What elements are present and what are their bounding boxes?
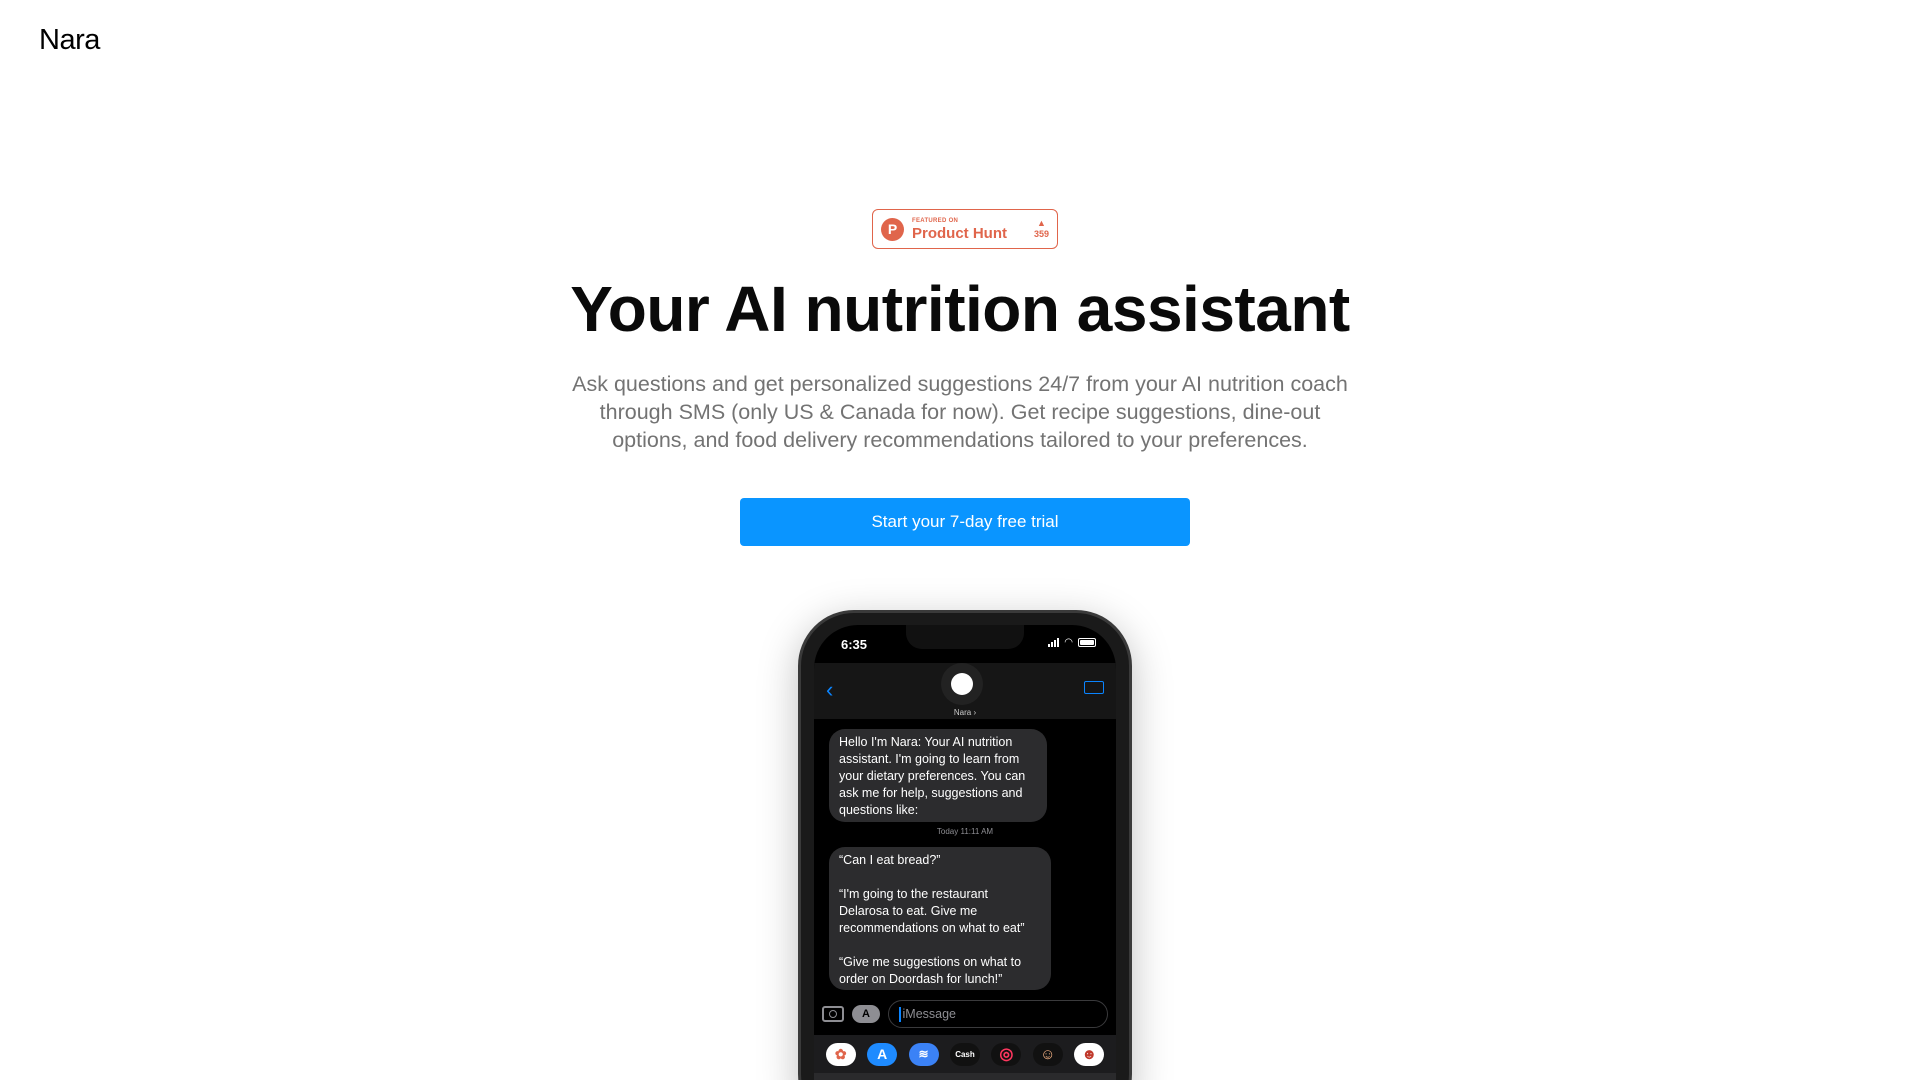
back-chevron-icon[interactable]: ‹ [826,677,833,703]
wifi-icon: ◠ [1064,637,1073,648]
phone-screen: 6:35 ◠ ‹ Nara › Hello I'm Nara: Your AI … [814,625,1116,1080]
message-bubble: “Can I eat bread?” “I'm going to the res… [829,847,1051,990]
upvote-arrow-icon: ▲ [1037,218,1046,228]
brand-logo[interactable]: Nara [39,24,100,57]
message-input-row: A iMessage [814,999,1116,1029]
message-bubble: Hello I'm Nara: Your AI nutrition assist… [829,729,1047,822]
hero-headline: Your AI nutrition assistant [570,273,1350,345]
status-time: 6:35 [841,637,868,652]
product-hunt-votes: ▲ 359 [1034,219,1049,239]
avatar-dot [951,673,973,695]
start-trial-button[interactable]: Start your 7-day free trial [740,498,1190,546]
product-hunt-icon: P [881,217,904,241]
message-line: “Can I eat bread?” [839,853,941,867]
phone-notch [906,625,1024,649]
app-store-app-icon[interactable]: A [867,1042,898,1066]
phone-mockup: 6:35 ◠ ‹ Nara › Hello I'm Nara: Your AI … [798,610,1132,1080]
product-hunt-name: Product Hunt [912,224,1007,242]
fitness-rings-icon[interactable]: ◎ [991,1042,1022,1066]
product-hunt-vote-count: 359 [1033,229,1049,239]
memoji-icon[interactable]: ☺ [1032,1042,1063,1066]
message-timestamp: Today 11:11 AM [936,827,994,836]
photos-app-icon[interactable]: ✿ [825,1042,856,1066]
keyboard: Q W E R T Y U I O P [814,1073,1116,1080]
memoji-stickers-icon[interactable]: ☻ [1074,1042,1105,1066]
hero-subtext: Ask questions and get personalized sugge… [572,372,1348,452]
battery-icon [1078,638,1096,647]
product-hunt-featured-label: FEATURED ON [912,217,959,224]
product-hunt-badge[interactable]: P FEATURED ON Product Hunt ▲ 359 [872,209,1058,249]
product-hunt-text: FEATURED ON Product Hunt [912,218,1007,241]
signal-icon [1048,638,1060,647]
message-line: “I'm going to the restaurant Delarosa to… [839,887,1025,935]
apple-cash-icon[interactable]: Cash [949,1042,980,1066]
contact-avatar[interactable] [941,663,983,705]
status-icons: ◠ [1048,637,1096,648]
message-input[interactable]: iMessage [888,1000,1108,1028]
contact-name[interactable]: Nara › [814,708,1116,717]
app-store-icon[interactable]: A [852,1005,880,1023]
camera-icon[interactable] [822,1006,844,1022]
message-line: “Give me suggestions on what to order on… [839,955,1022,986]
video-call-icon[interactable] [1084,681,1104,694]
audio-message-icon[interactable]: ≋ [908,1042,939,1066]
imessage-app-bar: ✿ A ≋ Cash ◎ ☺ ☻ [814,1035,1116,1073]
chat-header: ‹ Nara › [814,663,1116,719]
